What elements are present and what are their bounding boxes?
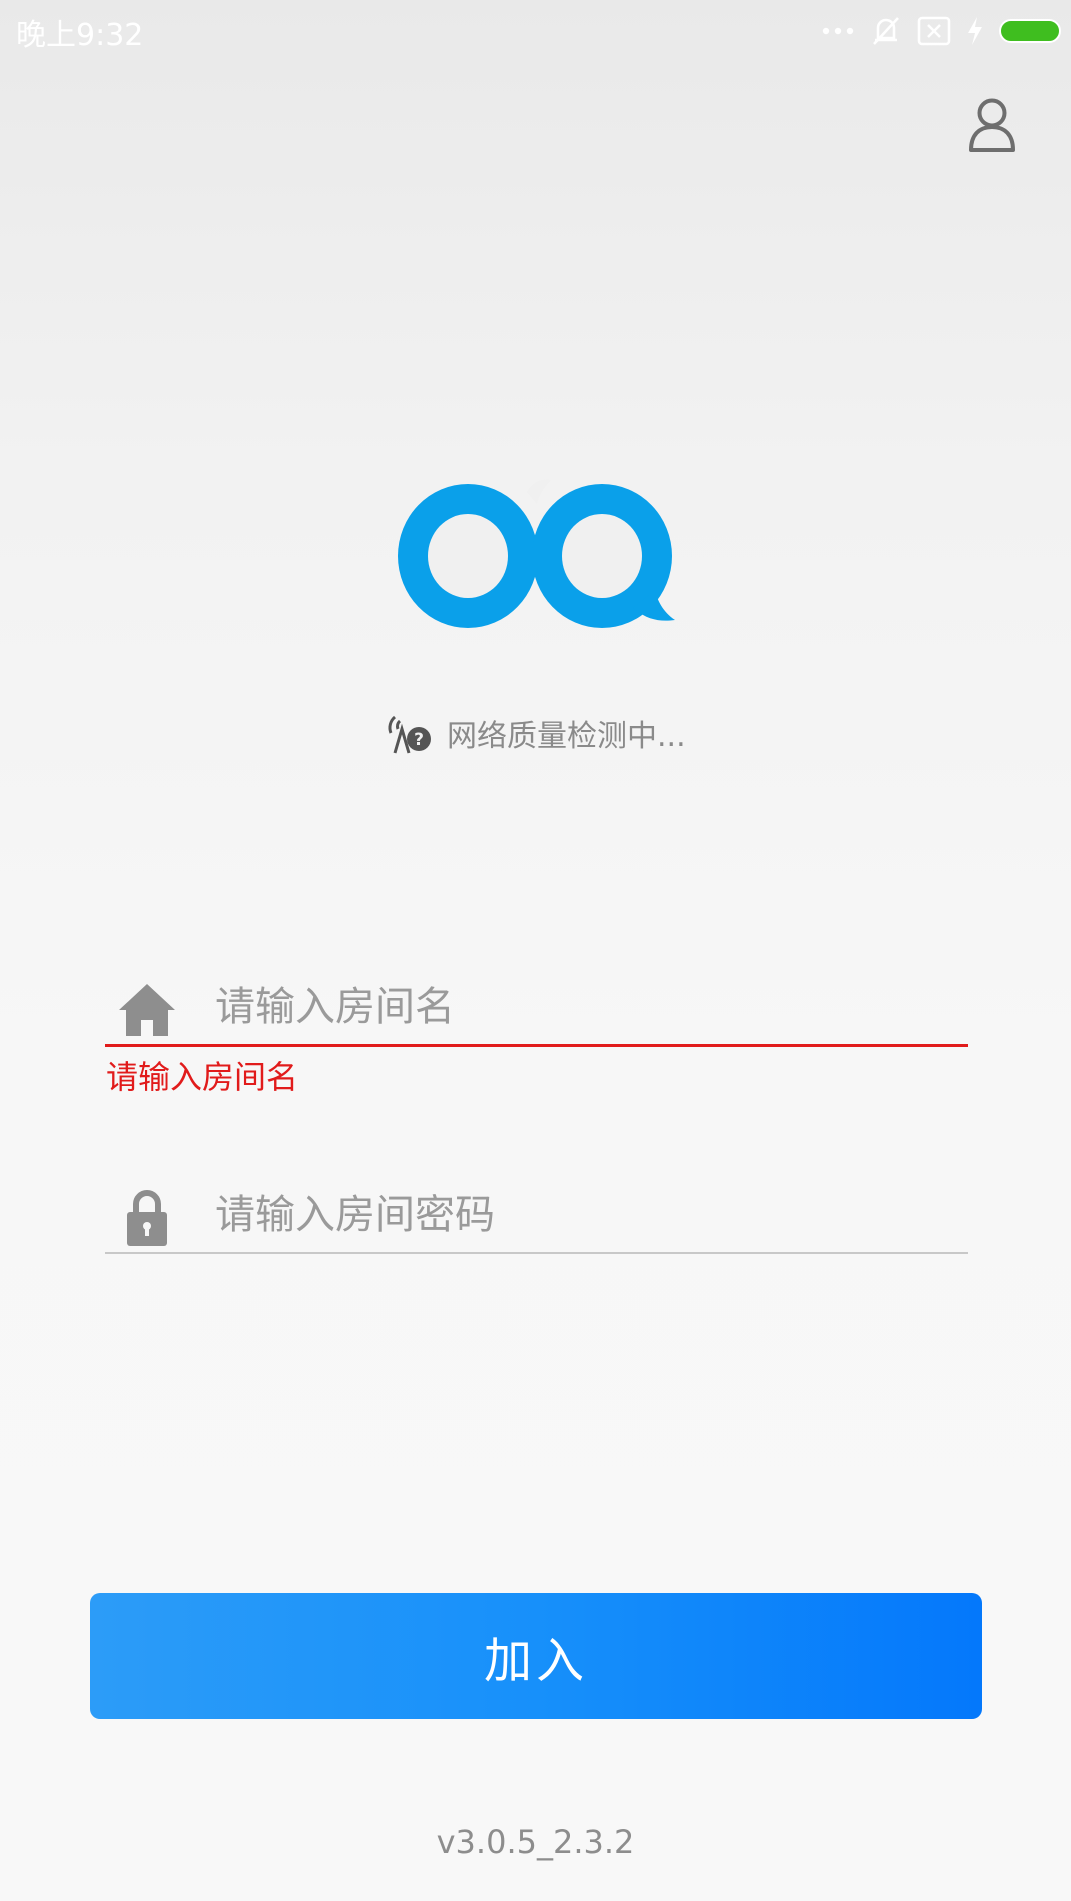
room-name-input[interactable] [215, 974, 955, 1040]
room-name-field [105, 966, 968, 1047]
status-icons [821, 13, 1061, 49]
vibrate-off-icon [873, 17, 899, 45]
network-status: ? 网络质量检测中... [385, 710, 686, 756]
room-name-error: 请输入房间名 [106, 1058, 299, 1096]
version-label: v3.0.5_2.3.2 [436, 1823, 635, 1861]
app-logo [385, 470, 690, 645]
room-password-input[interactable] [215, 1182, 955, 1248]
network-check-icon: ? [388, 715, 431, 754]
home-icon [117, 980, 177, 1040]
more-dots-icon [822, 27, 854, 35]
room-name-underline [105, 1044, 968, 1047]
battery-icon [999, 19, 1061, 43]
app-logo-mark [398, 479, 675, 628]
room-password-field [105, 1174, 968, 1254]
svg-text:?: ? [414, 730, 424, 750]
sim-x-icon [917, 16, 951, 46]
user-profile-icon [969, 98, 1015, 152]
join-button[interactable]: 加入 [90, 1593, 982, 1719]
status-bar: 晚上9:32 [0, 0, 1071, 60]
charging-bolt-icon [968, 17, 982, 45]
network-status-text: 网络质量检测中... [447, 719, 686, 754]
profile-button[interactable] [966, 95, 1018, 155]
status-time: 晚上9:32 [16, 18, 144, 53]
lock-icon [117, 1188, 177, 1248]
room-password-underline [105, 1252, 968, 1254]
